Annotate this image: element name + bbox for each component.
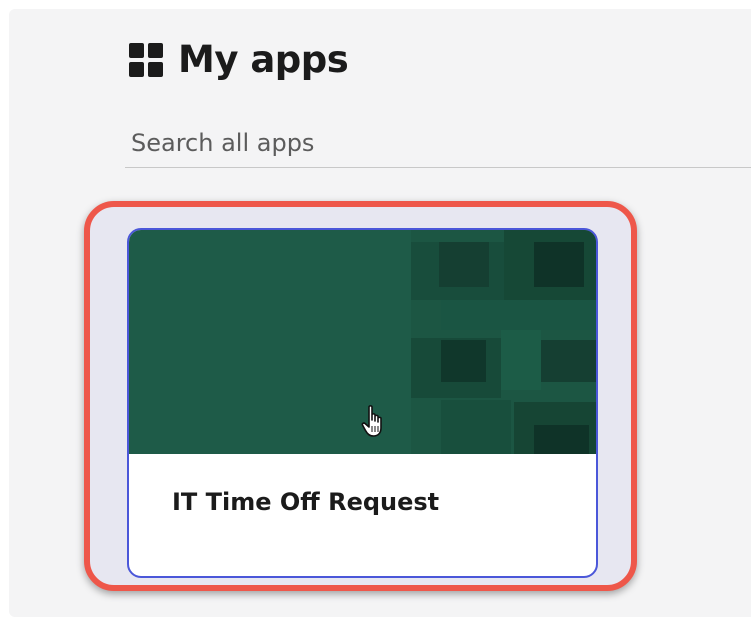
app-card-title: IT Time Off Request [172,488,440,516]
page-title: My apps [178,38,349,81]
pointer-hand-icon [361,405,382,437]
search-apps-input[interactable] [125,118,751,168]
apps-grid-icon [128,42,164,78]
app-card-it-time-off-request[interactable]: IT Time Off Request [127,228,598,578]
page-header: My apps [128,38,349,82]
